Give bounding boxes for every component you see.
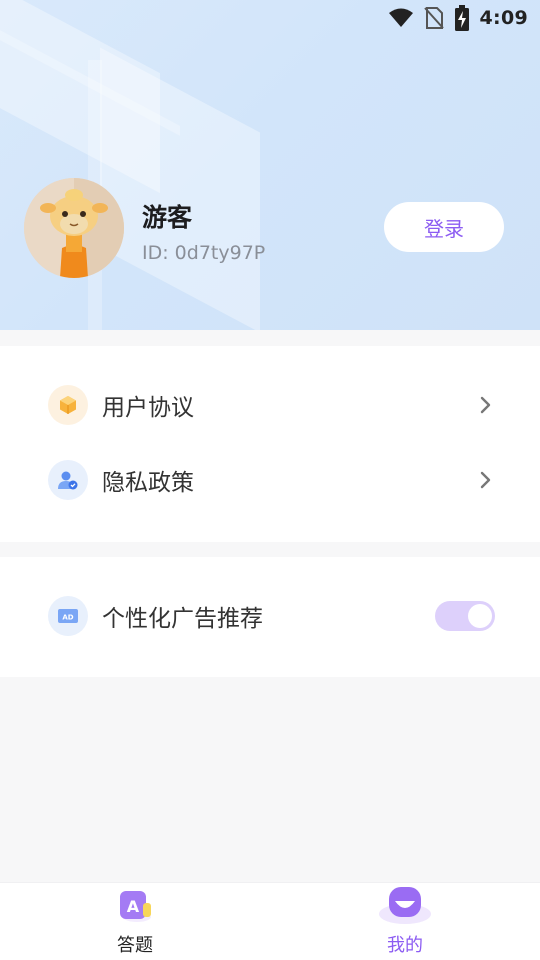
no-sim-icon (423, 6, 444, 30)
chevron-right-icon (480, 396, 491, 414)
svg-text:AD: AD (62, 614, 73, 622)
battery-charging-icon (454, 5, 470, 31)
svg-text:A: A (127, 897, 140, 916)
camel-avatar-icon (24, 178, 124, 278)
cube-icon-badge (48, 385, 88, 425)
avatar[interactable] (24, 178, 124, 278)
quiz-a-icon: A (120, 891, 151, 922)
profile-name: 游客 (142, 203, 193, 232)
smile-icon (379, 887, 431, 924)
menu-item-privacy-policy[interactable]: 隐私政策 (0, 450, 540, 510)
wifi-icon (388, 7, 414, 29)
user-shield-icon (58, 471, 78, 490)
menu-item-label: 隐私政策 (102, 470, 194, 496)
tab-label: 我的 (387, 935, 423, 956)
cube-icon (60, 396, 76, 414)
setting-label: 个性化广告推荐 (102, 606, 263, 632)
user-shield-icon-badge (48, 460, 88, 500)
login-button[interactable]: 登录 (384, 202, 504, 252)
menu-item-user-agreement[interactable]: 用户协议 (0, 375, 540, 435)
tab-label: 答题 (117, 935, 153, 956)
tab-quiz[interactable]: A 答题 (65, 883, 205, 960)
menu-card: 用户协议 隐私政策 (0, 346, 540, 542)
status-bar: 4:09 (0, 0, 540, 36)
personalized-ads-toggle[interactable] (435, 601, 495, 631)
menu-item-label: 用户协议 (102, 395, 194, 421)
chevron-right-icon (480, 471, 491, 489)
ad-icon: AD (58, 609, 78, 623)
profile-id: ID: 0d7ty97P (142, 242, 266, 264)
setting-personalized-ads: AD 个性化广告推荐 (0, 586, 540, 646)
ad-icon-badge: AD (48, 596, 88, 636)
profile-header (0, 0, 540, 330)
light-beam (100, 47, 260, 330)
bottom-nav: A 答题 我的 (0, 882, 540, 960)
status-time: 4:09 (479, 7, 528, 29)
settings-card: AD 个性化广告推荐 (0, 557, 540, 677)
tab-mine[interactable]: 我的 (335, 883, 475, 960)
toggle-knob (468, 604, 492, 628)
